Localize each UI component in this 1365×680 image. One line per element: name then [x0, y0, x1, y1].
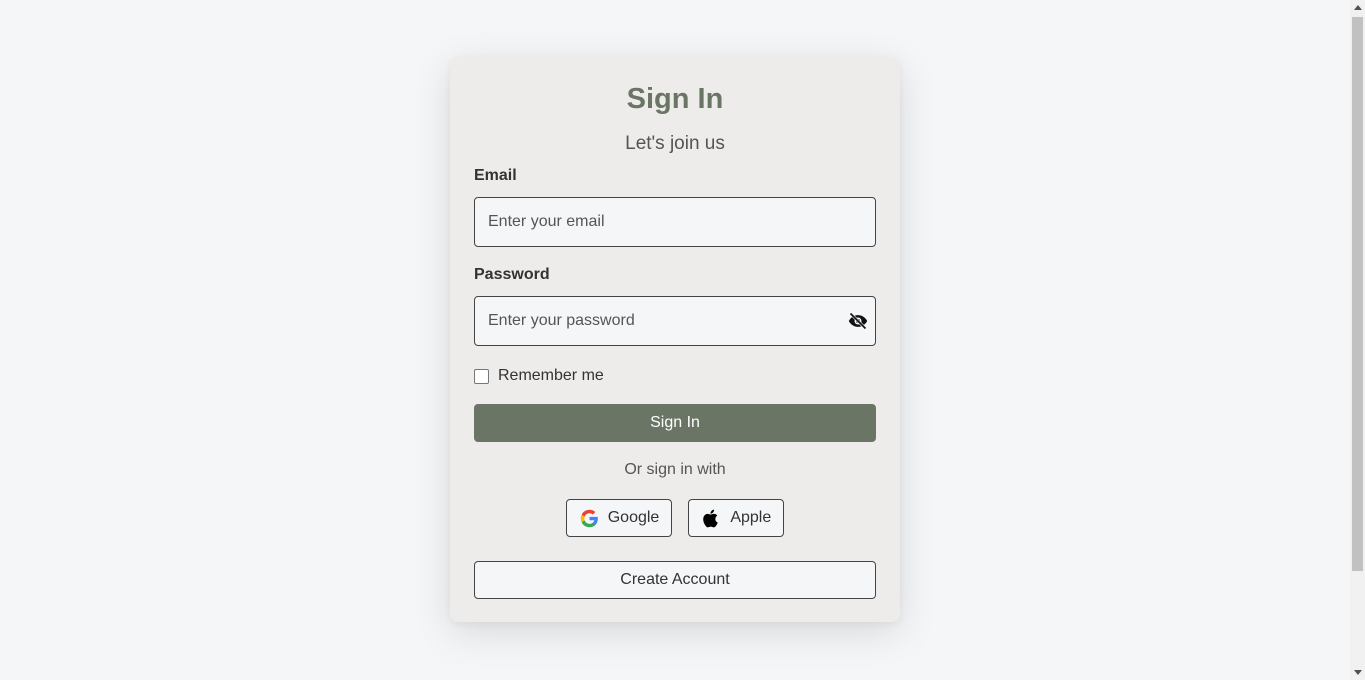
google-sign-in-button[interactable]: Google: [565, 499, 673, 537]
vertical-scrollbar[interactable]: [1350, 0, 1365, 680]
password-label: Password: [474, 266, 550, 283]
scroll-up-arrow-icon[interactable]: [1354, 5, 1362, 10]
apple-sign-in-button[interactable]: Apple: [688, 499, 785, 537]
remember-me-checkbox[interactable]: [474, 368, 489, 384]
or-sign-in-with-text: Or sign in with: [624, 461, 726, 478]
page-title: Sign In: [626, 83, 724, 115]
scroll-down-arrow-icon[interactable]: [1354, 670, 1362, 675]
remember-me-label[interactable]: Remember me: [498, 367, 604, 385]
apple-icon: [701, 508, 722, 529]
password-field-wrapper: [474, 296, 876, 346]
remember-me-row: Remember me: [474, 366, 876, 386]
subtitle: Let's join us: [625, 133, 725, 154]
social-login-row: Google Apple: [474, 499, 876, 537]
email-field[interactable]: [475, 198, 875, 246]
google-button-label: Google: [607, 509, 660, 526]
apple-button-label: Apple: [730, 509, 772, 526]
eye-off-icon[interactable]: [848, 311, 868, 331]
scrollbar-thumb[interactable]: [1352, 17, 1363, 571]
sign-in-card: Sign In Let's join us Email Password Rem…: [450, 57, 900, 622]
create-account-button[interactable]: Create Account: [474, 561, 876, 599]
google-icon: [579, 508, 600, 529]
email-label: Email: [474, 167, 517, 184]
email-field-wrapper: [474, 197, 876, 247]
password-field[interactable]: [475, 297, 875, 345]
sign-in-button[interactable]: Sign In: [474, 404, 876, 442]
